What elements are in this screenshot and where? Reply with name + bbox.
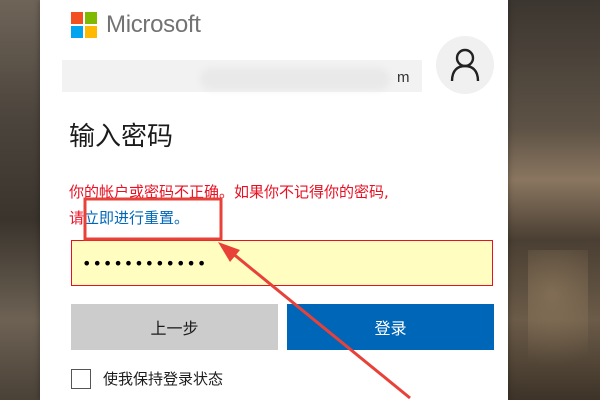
email-redaction-blur [200, 68, 390, 90]
signin-button[interactable]: 登录 [287, 304, 494, 350]
password-input[interactable] [72, 241, 492, 285]
signin-card: Microsoft m 输入密码 你的帐户或密码不正确。如果你不记得你的密码, … [40, 0, 508, 400]
account-email-suffix: m [397, 69, 410, 86]
microsoft-logo: Microsoft [71, 11, 201, 39]
password-field-wrapper [71, 240, 493, 286]
keep-signed-in-checkbox[interactable] [71, 368, 91, 389]
error-text-prefix: 请 [69, 209, 85, 227]
background-photo-right [508, 0, 600, 400]
brand-name: Microsoft [106, 11, 201, 38]
screen: Microsoft m 输入密码 你的帐户或密码不正确。如果你不记得你的密码, … [0, 0, 600, 400]
windows-logo-icon [71, 12, 97, 38]
keep-signed-in-row: 使我保持登录状态 [71, 368, 223, 389]
reset-password-link[interactable]: 立即进行重置。 [84, 209, 189, 227]
page-title: 输入密码 [69, 122, 174, 152]
avatar[interactable] [436, 36, 494, 94]
person-icon [450, 48, 480, 82]
error-text-line1: 你的帐户或密码不正确。如果你不记得你的密码, [69, 183, 389, 201]
keep-signed-in-label: 使我保持登录状态 [103, 370, 224, 388]
back-button[interactable]: 上一步 [71, 304, 278, 350]
error-message: 你的帐户或密码不正确。如果你不记得你的密码, 请立即进行重置。 [69, 179, 479, 231]
